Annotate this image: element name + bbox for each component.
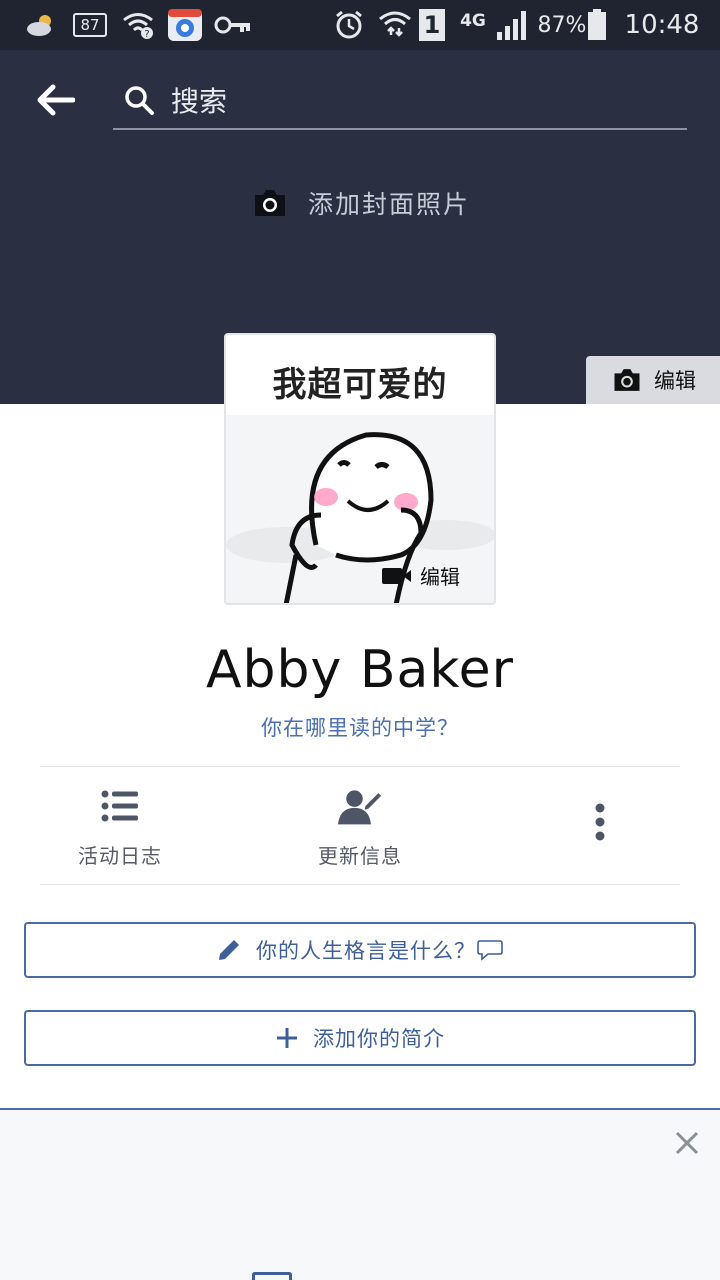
alarm-icon: [332, 8, 366, 42]
close-icon: [675, 1131, 699, 1155]
camera-icon: [255, 190, 285, 216]
add-cover-photo-label: 添加封面照片: [308, 190, 471, 219]
search-placeholder: 搜索: [171, 85, 228, 118]
profile-picture-caption: 我超可爱的: [272, 365, 448, 405]
sim-slot-number: 1: [419, 9, 445, 41]
search-icon: [119, 80, 159, 120]
back-button[interactable]: [30, 78, 80, 122]
update-info-button[interactable]: 更新信息: [310, 784, 410, 874]
activity-log-button[interactable]: 活动日志: [70, 784, 170, 874]
weather-icon: [24, 8, 58, 42]
notification-count-icon: 87: [72, 8, 108, 42]
clock-time: 10:48: [624, 10, 700, 40]
add-bio-label: 添加你的简介: [313, 1027, 445, 1051]
back-arrow-icon: [37, 84, 75, 116]
close-button[interactable]: [674, 1130, 700, 1156]
battery-icon: [586, 8, 608, 42]
battery-percent: 87%: [537, 8, 587, 42]
motto-prompt-label: 你的人生格言是什么？: [256, 939, 476, 963]
app-notification-icon: [166, 8, 204, 42]
more-options-button[interactable]: [578, 800, 622, 890]
add-cover-photo-button[interactable]: 添加封面照片: [252, 182, 470, 224]
wifi-question-icon: ?: [120, 8, 156, 42]
search-bar[interactable]: 搜索: [113, 72, 687, 130]
list-icon: [98, 784, 142, 828]
profile-picture[interactable]: 我超可爱的 编辑: [224, 333, 496, 605]
clock: 10:48: [620, 8, 704, 42]
battery-percent-label: 87%: [537, 12, 587, 38]
key-icon: [214, 8, 252, 42]
status-bar: 87 ? 1 4G 87% 10:48: [0, 0, 720, 50]
calendar-icon: [252, 1272, 292, 1280]
edit-profile-video-button[interactable]: 编辑: [382, 561, 460, 590]
divider: [40, 884, 680, 885]
wifi-data-icon: [376, 8, 414, 42]
video-camera-icon: [382, 567, 411, 584]
camera-icon: [614, 369, 640, 391]
add-bio-button[interactable]: 添加你的简介: [24, 1010, 696, 1066]
divider: [40, 766, 680, 767]
more-vertical-icon: [578, 800, 622, 844]
edit-profile-picture-label: 编辑: [420, 565, 460, 589]
profile-name: Abby Baker: [205, 640, 515, 700]
speech-bubble-icon: [477, 940, 503, 961]
edit-profile-icon: [338, 784, 382, 828]
network-type-label: 4G: [460, 11, 486, 31]
svg-text:?: ?: [144, 29, 149, 39]
school-prompt-link[interactable]: 你在哪里读的中学？: [0, 712, 720, 742]
edit-cover-label: 编辑: [654, 369, 696, 393]
pencil-icon: [219, 940, 239, 960]
edit-cover-button[interactable]: 编辑: [586, 356, 720, 404]
plus-icon: [277, 1028, 297, 1048]
bottom-card: [0, 1108, 720, 1280]
update-info-label: 更新信息: [318, 844, 402, 868]
network-type: 4G: [458, 4, 488, 38]
signal-icon: [494, 8, 530, 42]
sim-slot-icon: 1: [418, 8, 446, 42]
notification-count: 87: [73, 13, 107, 37]
motto-prompt-button[interactable]: 你的人生格言是什么？: [24, 922, 696, 978]
activity-log-label: 活动日志: [78, 844, 162, 868]
